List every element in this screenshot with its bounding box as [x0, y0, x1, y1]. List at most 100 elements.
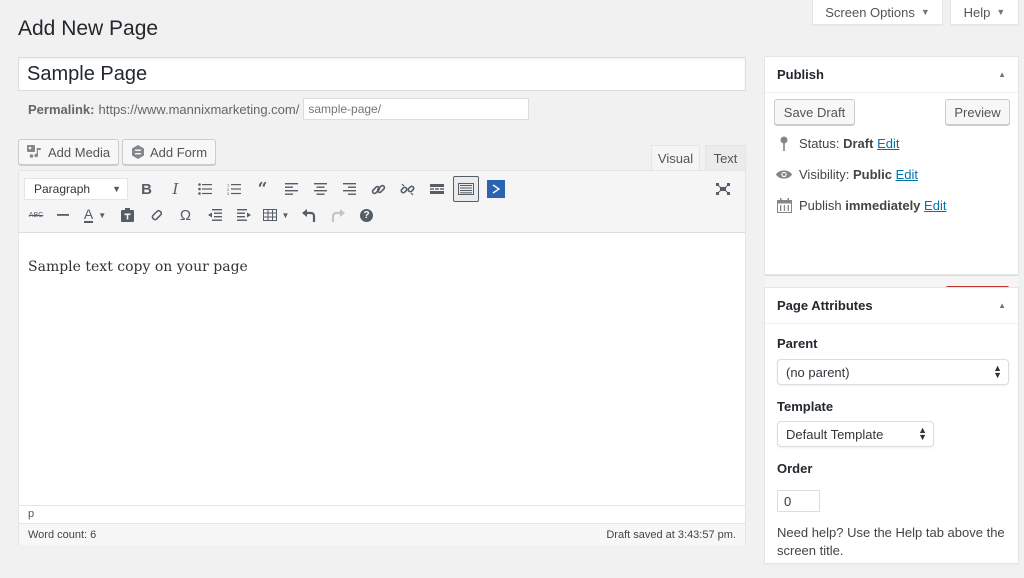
editor-toolbar: Paragraph ▼ B I 123 “ ABC A ▼ Ω ▼ ?: [19, 171, 745, 233]
order-input[interactable]: [777, 490, 820, 512]
horizontal-line-icon: [56, 214, 69, 216]
content-area[interactable]: Sample text copy on your page: [19, 233, 745, 505]
publish-date-row: Publish immediately Edit: [775, 198, 946, 213]
clear-formatting-button[interactable]: [142, 202, 171, 228]
visibility-row: Visibility: Public Edit: [775, 167, 918, 182]
edit-visibility-link[interactable]: Edit: [896, 167, 918, 182]
toolbar-toggle-button[interactable]: [453, 176, 479, 202]
parent-select-value: (no parent): [786, 364, 850, 380]
unlink-icon: [400, 183, 415, 195]
indent-icon: [236, 209, 251, 221]
undo-button[interactable]: [294, 202, 323, 228]
decrease-indent-button[interactable]: [200, 202, 229, 228]
parent-select[interactable]: (no parent) ▲ ▼: [777, 359, 1009, 385]
template-label: Template: [777, 399, 834, 414]
add-media-button[interactable]: Add Media: [18, 139, 120, 165]
paste-as-text-button[interactable]: [113, 202, 142, 228]
order-label: Order: [777, 461, 813, 476]
parent-label: Parent: [777, 336, 818, 351]
screen-options-label: Screen Options: [825, 4, 915, 20]
caret-down-icon: ▼: [112, 184, 121, 194]
read-more-button[interactable]: [422, 176, 451, 202]
calendar-icon: [775, 198, 793, 213]
read-more-icon: [429, 184, 444, 194]
permalink-label: Permalink:: [28, 101, 95, 117]
draft-saved-status: Draft saved at 3:43:57 pm.: [606, 528, 736, 541]
bold-button[interactable]: B: [132, 176, 161, 202]
save-draft-button[interactable]: Save Draft: [774, 99, 855, 125]
custom-plugin-button[interactable]: [481, 176, 510, 202]
align-right-button[interactable]: [335, 176, 364, 202]
keyboard-shortcuts-button[interactable]: ?: [352, 202, 381, 228]
increase-indent-button[interactable]: [229, 202, 258, 228]
permalink-slug-input[interactable]: [303, 98, 530, 120]
numbered-list-button[interactable]: 123: [219, 176, 248, 202]
align-left-button[interactable]: [277, 176, 306, 202]
page-title: Add New Page: [18, 17, 159, 40]
help-label: Help: [963, 4, 991, 20]
link-icon: [371, 184, 386, 194]
page-attributes-title: Page Attributes: [777, 298, 873, 313]
page-attributes-box: Page Attributes ▲ Parent (no parent) ▲ ▼ …: [764, 287, 1019, 564]
form-icon: [131, 145, 145, 159]
fullscreen-icon: [715, 183, 730, 195]
preview-button[interactable]: Preview: [945, 99, 1010, 125]
edit-status-link[interactable]: Edit: [877, 136, 899, 151]
omega-icon: Ω: [179, 206, 192, 224]
collapse-toggle-icon[interactable]: ▲: [998, 301, 1006, 310]
caret-down-icon: ▼: [920, 7, 930, 17]
tab-visual[interactable]: Visual: [651, 145, 700, 171]
word-count: Word count: 6: [28, 528, 97, 541]
align-center-icon: [314, 183, 327, 195]
strikethrough-icon: ABC: [28, 211, 44, 219]
format-select-value: Paragraph: [34, 182, 91, 196]
blockquote-icon: “: [257, 179, 268, 199]
table-icon: [262, 209, 277, 221]
svg-text:3: 3: [227, 191, 230, 195]
edit-publish-date-link[interactable]: Edit: [924, 198, 946, 213]
select-arrows-icon: ▲ ▼: [918, 425, 927, 442]
help-circle-icon: ?: [360, 208, 373, 222]
align-center-button[interactable]: [306, 176, 335, 202]
template-select[interactable]: Default Template ▲ ▼: [777, 421, 934, 447]
text-color-icon: A: [83, 206, 94, 223]
screen-options-button[interactable]: Screen Options ▼: [812, 0, 943, 25]
numbered-list-icon: 123: [227, 183, 241, 195]
undo-icon: [301, 209, 315, 222]
horizontal-line-button[interactable]: [48, 202, 77, 228]
insert-link-button[interactable]: [364, 176, 393, 202]
tab-text[interactable]: Text: [705, 145, 746, 171]
collapse-toggle-icon[interactable]: ▲: [998, 70, 1006, 79]
page-attributes-header[interactable]: Page Attributes ▲: [765, 288, 1018, 324]
redo-button[interactable]: [323, 202, 352, 228]
text-color-button[interactable]: A ▼: [77, 202, 113, 228]
visibility-label: Visibility:: [799, 167, 850, 182]
align-right-icon: [343, 183, 356, 195]
publish-box-title: Publish: [777, 67, 824, 82]
format-select[interactable]: Paragraph ▼: [24, 178, 128, 200]
post-title-input[interactable]: [18, 57, 746, 91]
outdent-icon: [207, 209, 222, 221]
italic-button[interactable]: I: [161, 176, 190, 202]
blockquote-button[interactable]: “: [248, 176, 277, 202]
add-form-button[interactable]: Add Form: [122, 139, 217, 165]
publish-box-header[interactable]: Publish ▲: [765, 57, 1018, 93]
bulleted-list-icon: [197, 183, 212, 195]
caret-down-icon: ▼: [98, 210, 107, 220]
remove-link-button[interactable]: [393, 176, 422, 202]
visibility-value: Public: [852, 167, 892, 182]
publish-box: Publish ▲ Save Draft Preview Status: Dra…: [764, 56, 1019, 321]
keyboard-icon: [458, 183, 474, 195]
special-character-button[interactable]: Ω: [171, 202, 200, 228]
fullscreen-button[interactable]: [708, 176, 737, 202]
publish-value: immediately: [845, 198, 921, 213]
help-button[interactable]: Help ▼: [950, 0, 1019, 25]
bulleted-list-button[interactable]: [190, 176, 219, 202]
plugin-chevron-icon: [486, 180, 505, 198]
bold-icon: B: [141, 180, 152, 198]
page-attributes-help: Need help? Use the Help tab above the sc…: [777, 525, 1005, 558]
toolbar-row-2: ABC A ▼ Ω ▼ ?: [24, 202, 381, 228]
table-button[interactable]: ▼: [258, 202, 294, 228]
pin-icon: [775, 136, 793, 151]
strikethrough-button[interactable]: ABC: [24, 202, 48, 228]
